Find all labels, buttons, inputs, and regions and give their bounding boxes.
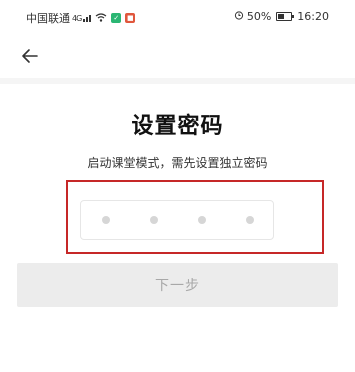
- pin-input[interactable]: [80, 200, 274, 240]
- pin-dot: [102, 216, 110, 224]
- pin-dot: [246, 216, 254, 224]
- back-button[interactable]: [16, 42, 44, 70]
- battery-level-fill: [278, 14, 285, 19]
- section-divider: [0, 78, 355, 84]
- next-step-button[interactable]: 下一步: [17, 263, 338, 307]
- green-app-badge-icon: ✓: [111, 13, 122, 23]
- navigation-bar: [0, 34, 355, 78]
- battery-icon: [276, 12, 295, 21]
- network-4g-icon: 4G: [72, 13, 82, 23]
- wifi-icon: [95, 12, 107, 25]
- clock: 16:20: [297, 10, 329, 23]
- status-bar: 中国联通 4G ✓ ■ 50% 16:20: [0, 0, 355, 34]
- page-subtitle: 启动课堂模式，需先设置独立密码: [87, 156, 268, 170]
- carrier-label: 中国联通: [26, 12, 70, 25]
- status-left: 中国联通 4G ✓ ■: [26, 10, 136, 26]
- battery-percent: 50%: [246, 10, 272, 23]
- alarm-icon: [234, 10, 244, 23]
- status-right: 50% 16:20: [234, 10, 329, 23]
- pin-dot: [150, 216, 158, 224]
- red-app-badge-icon: ■: [125, 13, 136, 23]
- page-title: 设置密码: [131, 114, 224, 139]
- signal-bars-icon: [83, 12, 93, 25]
- arrow-left-icon: [22, 49, 38, 63]
- pin-dot: [198, 216, 206, 224]
